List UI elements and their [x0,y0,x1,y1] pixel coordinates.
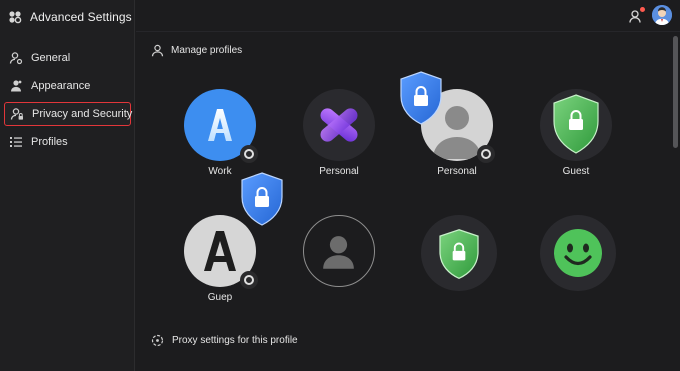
profile-avatar [540,215,616,291]
purple-x-icon [320,108,358,142]
user-avatar[interactable] [652,5,672,25]
profile-avatar [421,215,497,291]
blue-shield-lock-icon [241,172,283,226]
sidebar-item-label: Profiles [31,136,68,148]
user-gear-icon [9,52,23,65]
main-panel: Manage profiles Work Personal Personal G… [136,33,670,371]
appearance-icon [11,80,22,92]
app-header: Advanced Settings [8,9,132,25]
proxy-settings-row[interactable]: Proxy settings for this profile [151,334,298,347]
person-icon [151,44,164,57]
list-icon [10,137,22,147]
profile-label: Personal [437,166,477,177]
settings-app-icon [9,11,22,24]
app-title: Advanced Settings [30,10,132,24]
sidebar-item-label: Privacy and Security [32,108,133,120]
sidebar-item-profiles[interactable]: Profiles [4,130,131,154]
profile-guest[interactable] [540,89,612,161]
notification-button[interactable] [628,7,645,24]
profile-avatar [303,89,375,161]
person-silhouette-icon [323,236,354,269]
sidebar-item-appearance[interactable]: Appearance [4,74,131,98]
notification-dot [640,7,645,12]
scrollbar[interactable] [673,36,678,148]
manage-profiles-header: Manage profiles [151,44,242,57]
profile-shield[interactable] [421,215,497,291]
profile-label: Guest [562,166,590,177]
profile-avatar [303,215,375,287]
privacy-icon [10,108,23,120]
sidebar-item-privacy-and-security[interactable]: Privacy and Security [4,102,133,126]
top-bar [136,0,680,32]
proxy-icon [151,334,164,347]
smiley-icon [554,229,602,277]
section-title: Manage profiles [171,45,243,56]
green-shield-lock-icon [553,94,599,154]
sidebar: Advanced Settings General Appearance Pri… [0,0,135,371]
profile-personal-1[interactable] [303,89,375,161]
blue-shield-lock-icon [400,71,442,125]
profile-smiley[interactable] [540,215,616,291]
sidebar-item-label: Appearance [31,80,91,92]
profile-settings-badge[interactable] [240,271,258,289]
profile-label: Guep [207,292,233,303]
user-avatar-icon [652,5,672,25]
green-shield-lock-icon [439,229,479,280]
app-window: Advanced Settings General Appearance Pri… [0,0,680,371]
sidebar-item-general[interactable]: General [4,46,131,70]
profile-label: Personal [319,166,359,177]
profile-settings-badge[interactable] [477,145,495,163]
profile-work[interactable] [184,89,258,163]
profile-empty[interactable] [303,215,375,287]
proxy-label: Proxy settings for this profile [172,335,298,346]
sidebar-item-label: General [31,52,71,64]
profile-avatar [540,89,612,161]
sidebar-nav: General Appearance Privacy and Security [4,46,133,158]
profile-settings-badge[interactable] [240,145,258,163]
